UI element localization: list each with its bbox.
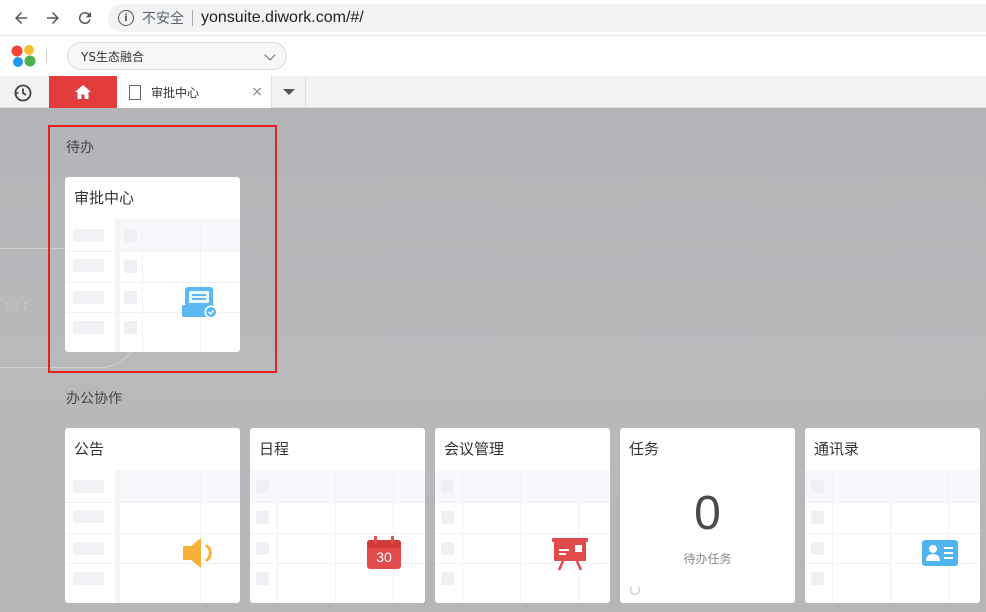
workspace: : : : 待办 审批中心 办公协作 公告 日程 30 会议管理 任务 0 待办…: [0, 108, 986, 612]
document-icon: [129, 84, 141, 100]
home-icon: [75, 85, 91, 99]
divider: [46, 49, 47, 63]
history-icon[interactable]: [12, 82, 34, 104]
loading-icon: [630, 585, 640, 595]
contact-card-icon: [922, 540, 958, 566]
url-text[interactable]: yonsuite.diwork.com/#/: [201, 9, 364, 27]
address-bar[interactable]: i 不安全 yonsuite.diwork.com/#/: [108, 4, 986, 32]
calendar-icon: 30: [366, 536, 402, 570]
presentation-icon: [552, 538, 588, 571]
forward-arrow-icon[interactable]: [38, 3, 68, 33]
tab-approval-center[interactable]: 审批中心 ×: [117, 76, 272, 108]
divider: [192, 10, 193, 26]
task-count-label: 待办任务: [683, 552, 732, 566]
tenant-label: YS生态融合: [81, 49, 144, 64]
tenant-select[interactable]: YS生态融合: [67, 42, 287, 70]
back-arrow-icon[interactable]: [6, 3, 36, 33]
tab-more-button[interactable]: [272, 76, 306, 108]
browser-toolbar: i 不安全 yonsuite.diwork.com/#/: [0, 0, 986, 36]
tab-label: 审批中心: [151, 85, 200, 100]
card-title: 审批中心: [74, 189, 135, 207]
app-header: YS生态融合: [0, 36, 986, 76]
card-title: 日程: [259, 440, 290, 458]
info-icon[interactable]: i: [118, 10, 134, 26]
card-skeleton: [805, 470, 980, 603]
task-card[interactable]: 任务 0 待办任务: [620, 428, 795, 603]
app-logo-icon[interactable]: [10, 44, 38, 68]
calendar-day: 30: [376, 549, 392, 565]
home-tab[interactable]: [49, 76, 117, 108]
reload-icon[interactable]: [70, 3, 100, 33]
background-dots: : : :: [6, 300, 28, 311]
task-count: 0: [694, 487, 721, 540]
section-title-office: 办公协作: [66, 391, 122, 407]
close-icon[interactable]: ×: [251, 84, 263, 100]
chevron-down-icon: [264, 49, 276, 61]
card-title: 通讯录: [814, 440, 860, 458]
tab-bar: 审批中心 ×: [0, 76, 986, 108]
schedule-card[interactable]: 日程 30: [250, 428, 425, 603]
card-title: 会议管理: [444, 440, 505, 458]
approval-icon: [182, 287, 218, 319]
speaker-icon: [183, 538, 212, 568]
notice-card[interactable]: 公告: [65, 428, 240, 603]
card-title: 任务: [629, 440, 660, 458]
approval-center-card[interactable]: 审批中心: [65, 177, 240, 352]
caret-down-icon: [282, 89, 295, 95]
card-title: 公告: [74, 440, 105, 458]
contacts-card[interactable]: 通讯录: [805, 428, 980, 603]
meeting-card[interactable]: 会议管理: [435, 428, 610, 603]
security-label: 不安全: [142, 11, 184, 27]
